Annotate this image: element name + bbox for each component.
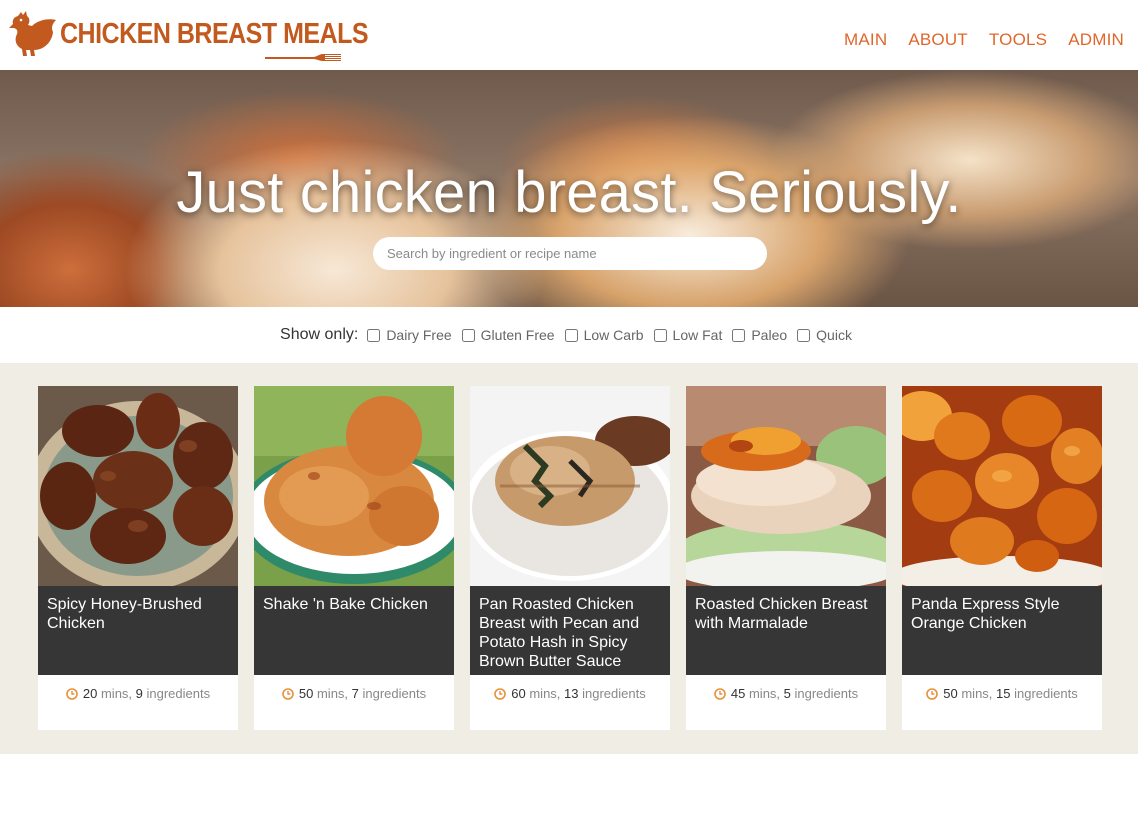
clock-icon xyxy=(714,688,726,700)
recipe-card[interactable]: Spicy Honey-Brushed Chicken 20 mins, 9 i… xyxy=(38,386,238,730)
recipe-photo[interactable] xyxy=(686,386,886,586)
filter-label: Paleo xyxy=(751,327,788,343)
recipe-card[interactable]: Shake 'n Bake Chicken 50 mins, 7 ingredi… xyxy=(254,386,454,730)
search-input[interactable] xyxy=(373,237,767,270)
filter-gluten-free-checkbox[interactable] xyxy=(461,328,475,342)
clock-icon xyxy=(66,688,78,700)
filter-bar: Show only: Dairy Free Gluten Free Low Ca… xyxy=(0,307,1138,363)
recipe-title[interactable]: Shake 'n Bake Chicken xyxy=(254,586,454,675)
recipe-photo[interactable] xyxy=(38,386,238,586)
filter-paleo[interactable]: Paleo xyxy=(732,327,787,343)
filter-label: Low Fat xyxy=(672,327,723,343)
nav-main[interactable]: MAIN xyxy=(844,30,887,50)
recipe-photo[interactable] xyxy=(902,386,1102,586)
recipe-ingredients-label: ingredients xyxy=(578,686,646,701)
filter-dairy-free[interactable]: Dairy Free xyxy=(367,327,452,343)
recipe-ingredients-label: ingredients xyxy=(142,686,211,701)
filter-label: Quick xyxy=(816,327,852,343)
recipe-meta: 50 mins, 7 ingredients xyxy=(254,675,454,730)
recipe-meta: 45 mins, 5 ingredients xyxy=(686,675,886,730)
filter-low-carb[interactable]: Low Carb xyxy=(564,327,644,343)
nav-tools[interactable]: TOOLS xyxy=(989,30,1047,50)
recipe-grid: Spicy Honey-Brushed Chicken 20 mins, 9 i… xyxy=(0,363,1138,754)
filter-gluten-free[interactable]: Gluten Free xyxy=(461,327,555,343)
filter-quick[interactable]: Quick xyxy=(797,327,852,343)
hen-icon xyxy=(9,11,56,56)
recipe-ingredients-count: 15 xyxy=(996,686,1011,701)
recipe-ingredients-count: 9 xyxy=(135,686,143,701)
hero-title: Just chicken breast. Seriously. xyxy=(176,160,962,225)
clock-icon xyxy=(926,688,939,700)
recipe-photo[interactable] xyxy=(254,386,454,586)
recipe-photo[interactable] xyxy=(470,386,670,586)
hero-banner: Just chicken breast. Seriously. xyxy=(0,70,1138,307)
filter-low-fat-checkbox[interactable] xyxy=(653,328,667,342)
site-header: CHICKEN BREAST MEALS MAIN ABOUT TOOLS AD… xyxy=(0,0,1138,70)
recipe-ingredients-count: 5 xyxy=(783,686,791,701)
fork-icon xyxy=(265,53,341,61)
recipe-ingredients-count: 13 xyxy=(564,686,579,701)
recipe-mins: 45 xyxy=(730,686,746,701)
recipe-mins: 20 xyxy=(82,686,98,701)
recipe-card[interactable]: Pan Roasted Chicken Breast with Pecan an… xyxy=(470,386,670,730)
recipe-mins-label: mins, xyxy=(313,686,352,701)
recipe-meta: 60 mins, 13 ingredients xyxy=(470,675,670,730)
main-nav: MAIN ABOUT TOOLS ADMIN xyxy=(844,30,1124,50)
recipe-ingredients-count: 7 xyxy=(351,686,359,701)
filter-label: Gluten Free xyxy=(480,327,555,343)
filter-low-carb-checkbox[interactable] xyxy=(564,328,578,342)
recipe-mins: 50 xyxy=(298,686,314,701)
filter-quick-checkbox[interactable] xyxy=(797,328,811,342)
recipe-title[interactable]: Roasted Chicken Breast with Marmalade xyxy=(686,586,886,675)
recipe-mins-label: mins, xyxy=(745,686,784,701)
recipe-mins-label: mins, xyxy=(957,686,997,701)
clock-icon xyxy=(282,688,294,700)
logo-text: CHICKEN BREAST MEALS xyxy=(60,17,369,50)
recipe-meta: 50 mins, 15 ingredients xyxy=(902,675,1102,730)
clock-icon xyxy=(494,688,507,700)
page-footer xyxy=(0,754,1138,820)
recipe-card[interactable]: Roasted Chicken Breast with Marmalade 45… xyxy=(686,386,886,730)
nav-admin[interactable]: ADMIN xyxy=(1068,30,1124,50)
recipe-mins-label: mins, xyxy=(97,686,136,701)
filter-label: Low Carb xyxy=(583,327,644,343)
site-logo[interactable]: CHICKEN BREAST MEALS xyxy=(8,8,369,61)
recipe-title[interactable]: Spicy Honey-Brushed Chicken xyxy=(38,586,238,675)
filter-paleo-checkbox[interactable] xyxy=(732,328,746,342)
recipe-title[interactable]: Pan Roasted Chicken Breast with Pecan an… xyxy=(470,586,670,675)
recipe-title[interactable]: Panda Express Style Orange Chicken xyxy=(902,586,1102,675)
recipe-mins: 60 xyxy=(511,686,526,701)
recipe-ingredients-label: ingredients xyxy=(790,686,859,701)
recipe-ingredients-label: ingredients xyxy=(1010,686,1078,701)
filter-dairy-free-checkbox[interactable] xyxy=(367,328,381,342)
recipe-ingredients-label: ingredients xyxy=(358,686,427,701)
nav-about[interactable]: ABOUT xyxy=(908,30,968,50)
recipe-meta: 20 mins, 9 ingredients xyxy=(38,675,238,730)
filter-label: Dairy Free xyxy=(386,327,452,343)
recipe-card[interactable]: Panda Express Style Orange Chicken 50 mi… xyxy=(902,386,1102,730)
recipe-mins: 50 xyxy=(943,686,958,701)
filter-low-fat[interactable]: Low Fat xyxy=(653,327,723,343)
filters-label: Show only: xyxy=(280,326,359,343)
recipe-mins-label: mins, xyxy=(525,686,565,701)
